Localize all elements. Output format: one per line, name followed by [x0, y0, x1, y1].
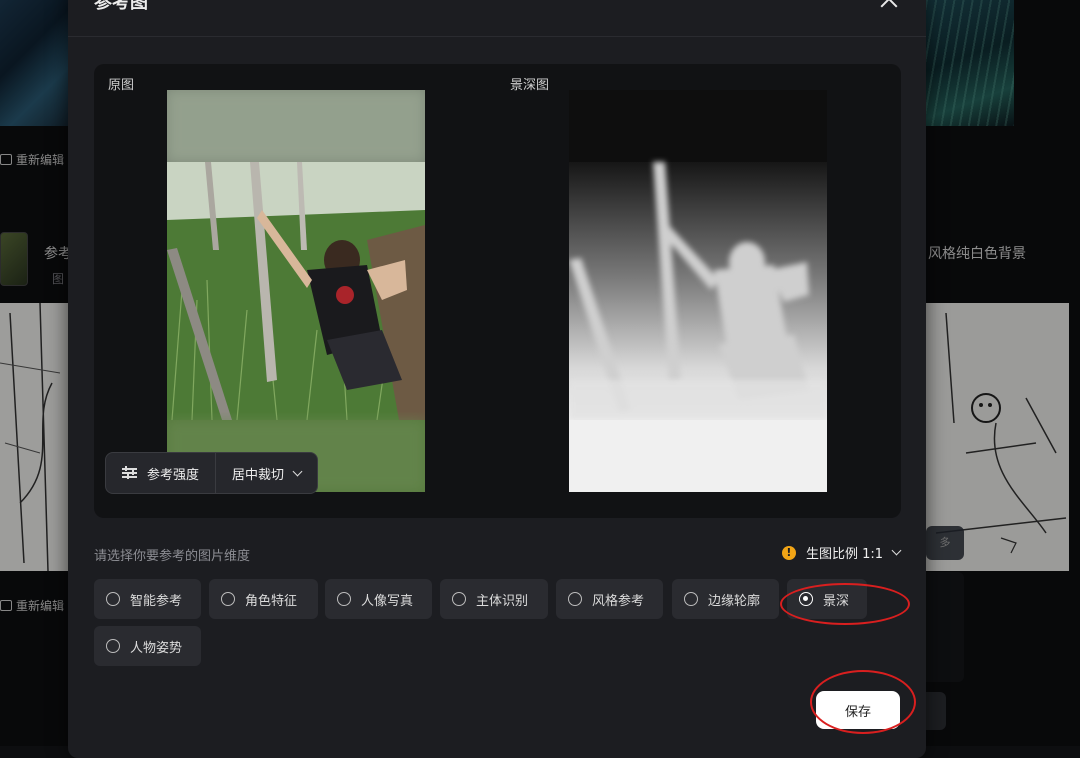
- depth-map-image: [569, 90, 827, 492]
- radio-icon: [452, 592, 466, 606]
- crop-mode-dropdown[interactable]: 居中裁切: [216, 453, 317, 493]
- reference-strength-button[interactable]: 参考强度: [106, 453, 215, 493]
- sliders-icon: [122, 466, 137, 479]
- option-edge-outline[interactable]: 边缘轮廓: [672, 579, 779, 619]
- original-image-label: 原图: [108, 78, 135, 93]
- warning-icon: !: [781, 545, 796, 560]
- radio-icon: [684, 592, 698, 606]
- original-image: [167, 90, 425, 492]
- radio-icon: [221, 592, 235, 606]
- radio-icon: [106, 592, 120, 606]
- header-divider: [68, 36, 926, 37]
- option-smart-reference[interactable]: 智能参考: [94, 579, 201, 619]
- radio-icon: [337, 592, 351, 606]
- option-portrait[interactable]: 人像写真: [325, 579, 432, 619]
- radio-icon: [106, 639, 120, 653]
- modal-title: 参考图: [94, 0, 148, 13]
- option-character-features[interactable]: 角色特征: [209, 579, 318, 619]
- depth-image-label: 景深图: [510, 78, 550, 93]
- option-style-reference[interactable]: 风格参考: [556, 579, 663, 619]
- radio-icon: [568, 592, 582, 606]
- image-toolbar: 参考强度 居中裁切: [105, 452, 319, 494]
- chevron-down-icon: [292, 466, 303, 476]
- chevron-down-icon: [891, 545, 902, 556]
- option-depth[interactable]: 景深: [787, 579, 867, 619]
- option-pose[interactable]: 人物姿势: [94, 626, 201, 666]
- radio-selected-icon: [799, 592, 813, 606]
- save-button[interactable]: 保存: [816, 691, 900, 729]
- option-subject-recognition[interactable]: 主体识别: [440, 579, 548, 619]
- aspect-ratio-dropdown[interactable]: ! 生图比例 1:1: [781, 543, 902, 562]
- reference-image-modal: 参考图 原图 景深图 参考强度 居中裁切 请选择你要参考的图片维度 ! 生图比例…: [68, 0, 926, 758]
- preview-panel: 原图 景深图 参考强度 居中裁切: [94, 64, 901, 518]
- close-icon[interactable]: [879, 0, 899, 10]
- dimension-prompt: 请选择你要参考的图片维度: [94, 549, 251, 564]
